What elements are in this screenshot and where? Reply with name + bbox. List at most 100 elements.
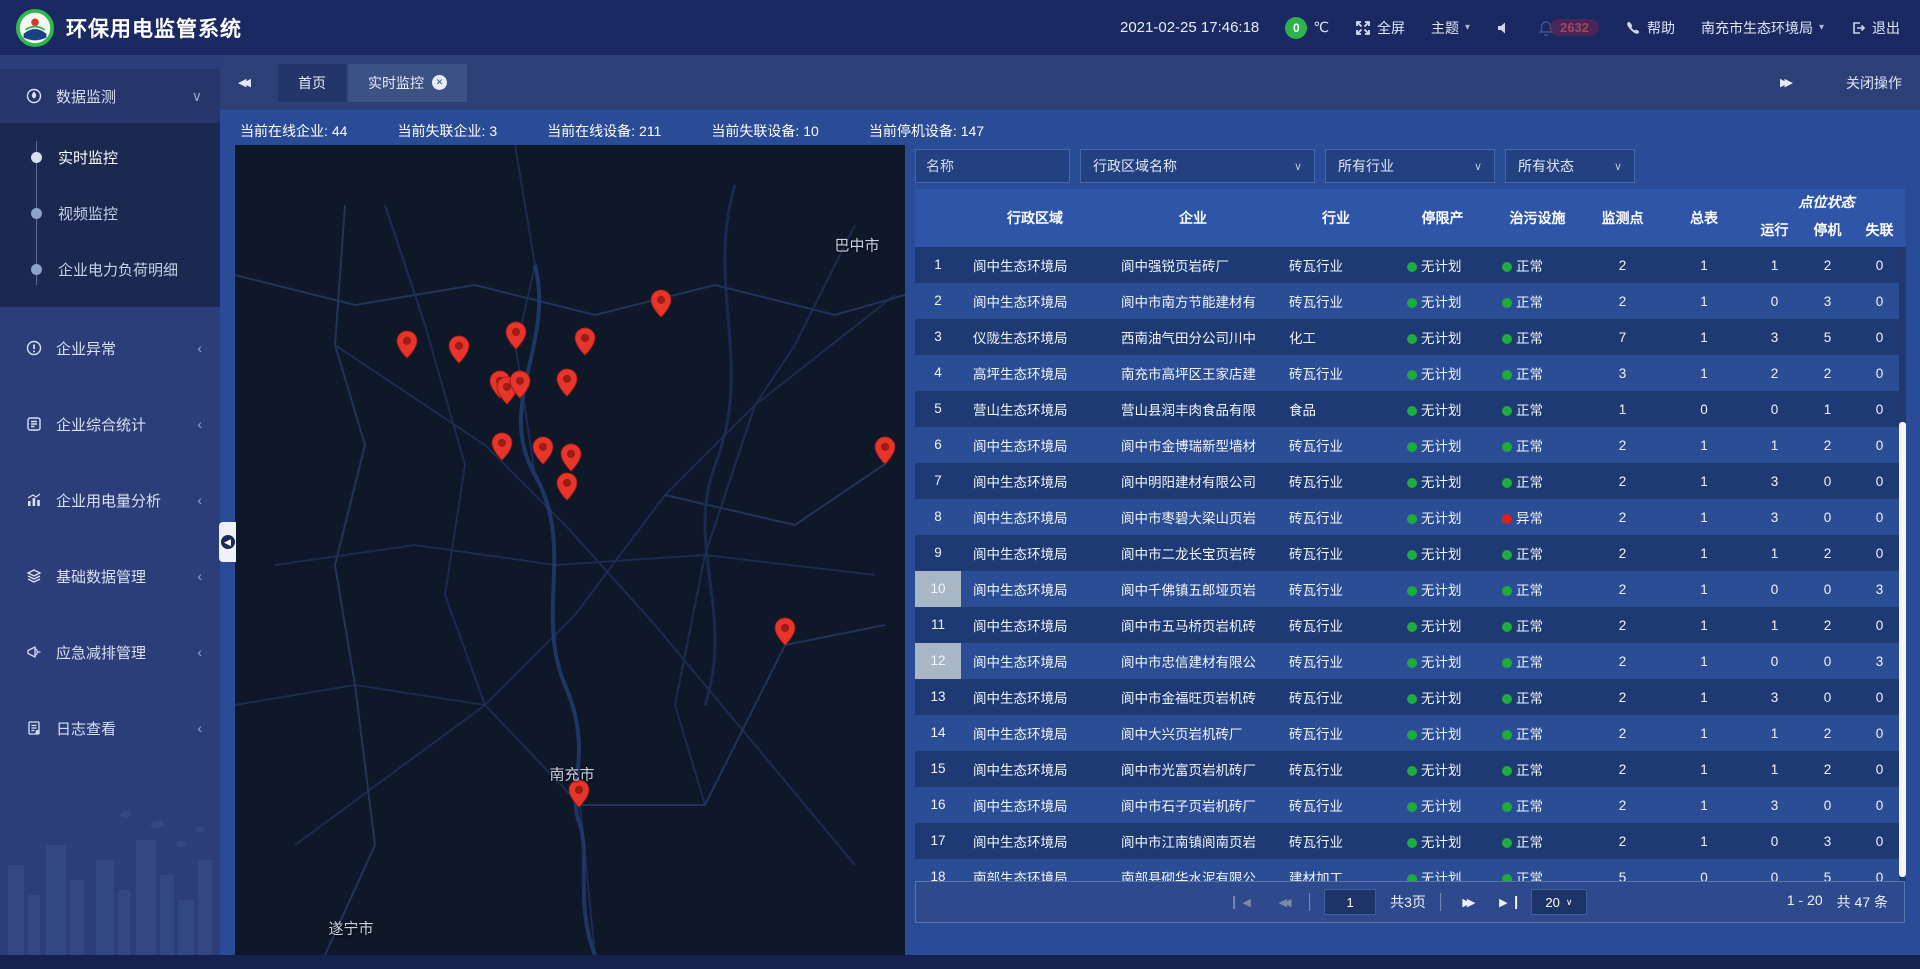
cell-production-limit: 无计划: [1395, 291, 1490, 311]
table-row[interactable]: 10 阆中生态环境局 阆中千佛镇五郎垭页岩 砖瓦行业 无计划 正常 2 1 0 …: [915, 571, 1905, 607]
region-filter-select[interactable]: 行政区域名称 ∨: [1080, 149, 1315, 183]
cell-pollution-facility: 正常: [1490, 291, 1585, 311]
row-number: 2: [915, 283, 961, 319]
speaker-button[interactable]: [1496, 20, 1512, 36]
status-filter-select[interactable]: 所有状态 ∨: [1505, 149, 1635, 183]
sidebar-item-enterprise-abnormal[interactable]: 企业异常 ‹: [0, 321, 220, 375]
map-pin-icon[interactable]: [491, 432, 513, 461]
map-pin-icon[interactable]: [556, 472, 578, 501]
tab-close-icon[interactable]: ✕: [432, 75, 447, 90]
chevron-down-icon: ∨: [1566, 897, 1573, 908]
row-number: 10: [915, 571, 961, 607]
table-row[interactable]: 17 阆中生态环境局 阆中市江南镇阆南页岩 砖瓦行业 无计划 正常 2 1 0 …: [915, 823, 1905, 859]
cell-total-meters: 1: [1660, 798, 1748, 813]
map-pin-icon[interactable]: [650, 289, 672, 318]
table-row[interactable]: 2 阆中生态环境局 阆中市南方节能建材有 砖瓦行业 无计划 正常 2 1 0 3…: [915, 283, 1905, 319]
cell-running: 0: [1748, 654, 1801, 669]
help-button[interactable]: 帮助: [1625, 18, 1675, 38]
cell-pollution-facility: 异常: [1490, 507, 1585, 527]
sidebar-item-emergency-reduction[interactable]: 应急减排管理 ‹: [0, 625, 220, 679]
logout-icon: [1850, 20, 1866, 36]
pagination-summary: 1 - 20 共 47 条: [1787, 892, 1888, 912]
cell-stopped: 2: [1801, 258, 1854, 273]
cell-stopped: 3: [1801, 294, 1854, 309]
tabs-scroll-left-button[interactable]: ◀◀: [238, 76, 264, 89]
table-row[interactable]: 13 阆中生态环境局 阆中市金福旺页岩机砖 砖瓦行业 无计划 正常 2 1 3 …: [915, 679, 1905, 715]
page-number-input[interactable]: [1324, 889, 1376, 915]
cell-production-limit: 无计划: [1395, 723, 1490, 743]
city-skyline-watermark: [0, 805, 220, 955]
name-filter-input[interactable]: [915, 149, 1070, 183]
table-row[interactable]: 4 高坪生态环境局 南充市高坪区王家店建 砖瓦行业 无计划 正常 3 1 2 2…: [915, 355, 1905, 391]
cell-industry: 砖瓦行业: [1277, 795, 1395, 815]
tabs-scroll-right-button[interactable]: ▶▶: [1780, 76, 1806, 89]
sidebar-item-log-view[interactable]: 日志查看 ‹: [0, 701, 220, 755]
notification-bell[interactable]: 2632: [1538, 19, 1599, 36]
cell-industry: 砖瓦行业: [1277, 543, 1395, 563]
next-page-button[interactable]: ▶▶: [1455, 896, 1479, 909]
map-pin-icon[interactable]: [774, 617, 796, 646]
industry-filter-select[interactable]: 所有行业 ∨: [1325, 149, 1495, 183]
table-row[interactable]: 3 仪陇生态环境局 西南油气田分公司川中 化工 无计划 正常 7 1 3 5 0: [915, 319, 1905, 355]
cell-region: 阆中生态环境局: [961, 291, 1109, 311]
page-size-select[interactable]: 20 ∨: [1531, 889, 1587, 915]
chevron-left-icon: ‹: [197, 340, 202, 356]
logout-button[interactable]: 退出: [1850, 18, 1900, 38]
map-canvas[interactable]: 巴中市南充市遂宁市: [235, 145, 905, 955]
table-row[interactable]: 12 阆中生态环境局 阆中市忠信建材有限公 砖瓦行业 无计划 正常 2 1 0 …: [915, 643, 1905, 679]
cell-company: 阆中市石子页岩机砖厂: [1109, 795, 1277, 815]
map-pin-icon[interactable]: [505, 321, 527, 350]
sidebar-item-data-monitor[interactable]: 数据监测 ∨: [0, 69, 220, 123]
table-row[interactable]: 8 阆中生态环境局 阆中市枣碧大梁山页岩 砖瓦行业 无计划 异常 2 1 3 0…: [915, 499, 1905, 535]
table-row[interactable]: 1 阆中生态环境局 阆中强锐页岩砖厂 砖瓦行业 无计划 正常 2 1 1 2 0: [915, 247, 1905, 283]
row-number: 9: [915, 535, 961, 571]
cell-total-meters: 1: [1660, 438, 1748, 453]
table-row[interactable]: 18 南部生态环境局 南部县砌华水泥有限公 建材加工 无计划 正常 5 0 0 …: [915, 859, 1905, 881]
cell-offline: 0: [1854, 510, 1905, 525]
tab-realtime-monitor[interactable]: 实时监控 ✕: [348, 64, 467, 102]
cell-company: 阆中市南方节能建材有: [1109, 291, 1277, 311]
status-dot-icon: [1407, 730, 1417, 740]
last-page-button[interactable]: ▶: [1493, 896, 1517, 909]
table-row[interactable]: 9 阆中生态环境局 阆中市二龙长宝页岩砖 砖瓦行业 无计划 正常 2 1 1 2…: [915, 535, 1905, 571]
table-row[interactable]: 14 阆中生态环境局 阆中大兴页岩机砖厂 砖瓦行业 无计划 正常 2 1 1 2…: [915, 715, 1905, 751]
table-row[interactable]: 6 阆中生态环境局 阆中市金博瑞新型墙材 砖瓦行业 无计划 正常 2 1 1 2…: [915, 427, 1905, 463]
table-row[interactable]: 16 阆中生态环境局 阆中市石子页岩机砖厂 砖瓦行业 无计划 正常 2 1 3 …: [915, 787, 1905, 823]
sidebar-item-enterprise-stats[interactable]: 企业综合统计 ‹: [0, 397, 220, 451]
map-pin-icon[interactable]: [396, 330, 418, 359]
first-page-button[interactable]: ◀: [1233, 896, 1257, 909]
sidebar-item-base-data[interactable]: 基础数据管理 ‹: [0, 549, 220, 603]
fullscreen-button[interactable]: 全屏: [1355, 18, 1405, 38]
map-pin-icon[interactable]: [532, 436, 554, 465]
sidebar-collapse-handle[interactable]: ◀: [219, 522, 236, 562]
cell-region: 阆中生态环境局: [961, 615, 1109, 635]
table-row[interactable]: 5 营山生态环境局 营山县润丰肉食品有限 食品 无计划 正常 1 0 0 1 0: [915, 391, 1905, 427]
table-row[interactable]: 7 阆中生态环境局 阆中明阳建材有限公司 砖瓦行业 无计划 正常 2 1 3 0…: [915, 463, 1905, 499]
scrollbar-thumb[interactable]: [1899, 422, 1906, 877]
sidebar-item-video-monitor[interactable]: 视频监控: [0, 185, 220, 241]
map-pin-icon[interactable]: [448, 335, 470, 364]
cell-monitor-points: 2: [1585, 798, 1660, 813]
status-dot-icon: [1502, 802, 1512, 812]
table-row[interactable]: 15 阆中生态环境局 阆中市光富页岩机砖厂 砖瓦行业 无计划 正常 2 1 1 …: [915, 751, 1905, 787]
map-pin-icon[interactable]: [874, 436, 896, 465]
map-pin-icon[interactable]: [560, 443, 582, 472]
cell-company: 阆中市光富页岩机砖厂: [1109, 759, 1277, 779]
row-number: 16: [915, 787, 961, 823]
sidebar-item-realtime-monitor[interactable]: 实时监控: [0, 129, 220, 185]
sidebar-item-power-load-detail[interactable]: 企业电力负荷明细: [0, 241, 220, 297]
org-dropdown[interactable]: 南充市生态环境局 ▾: [1701, 18, 1824, 38]
map-pin-icon[interactable]: [574, 327, 596, 356]
close-operations-button[interactable]: 关闭操作: [1846, 73, 1902, 93]
row-number: 12: [915, 643, 961, 679]
map-pin-icon[interactable]: [556, 368, 578, 397]
row-number: 4: [915, 355, 961, 391]
theme-dropdown[interactable]: 主题 ▾: [1431, 18, 1470, 38]
table-row[interactable]: 11 阆中生态环境局 阆中市五马桥页岩机砖 砖瓦行业 无计划 正常 2 1 1 …: [915, 607, 1905, 643]
sidebar-item-power-analysis[interactable]: 企业用电量分析 ‹: [0, 473, 220, 527]
prev-page-button[interactable]: ◀◀: [1271, 896, 1295, 909]
tab-home[interactable]: 首页: [278, 64, 346, 102]
temperature: 0 ℃: [1285, 17, 1329, 39]
map-pin-icon[interactable]: [509, 370, 531, 399]
cell-total-meters: 1: [1660, 690, 1748, 705]
